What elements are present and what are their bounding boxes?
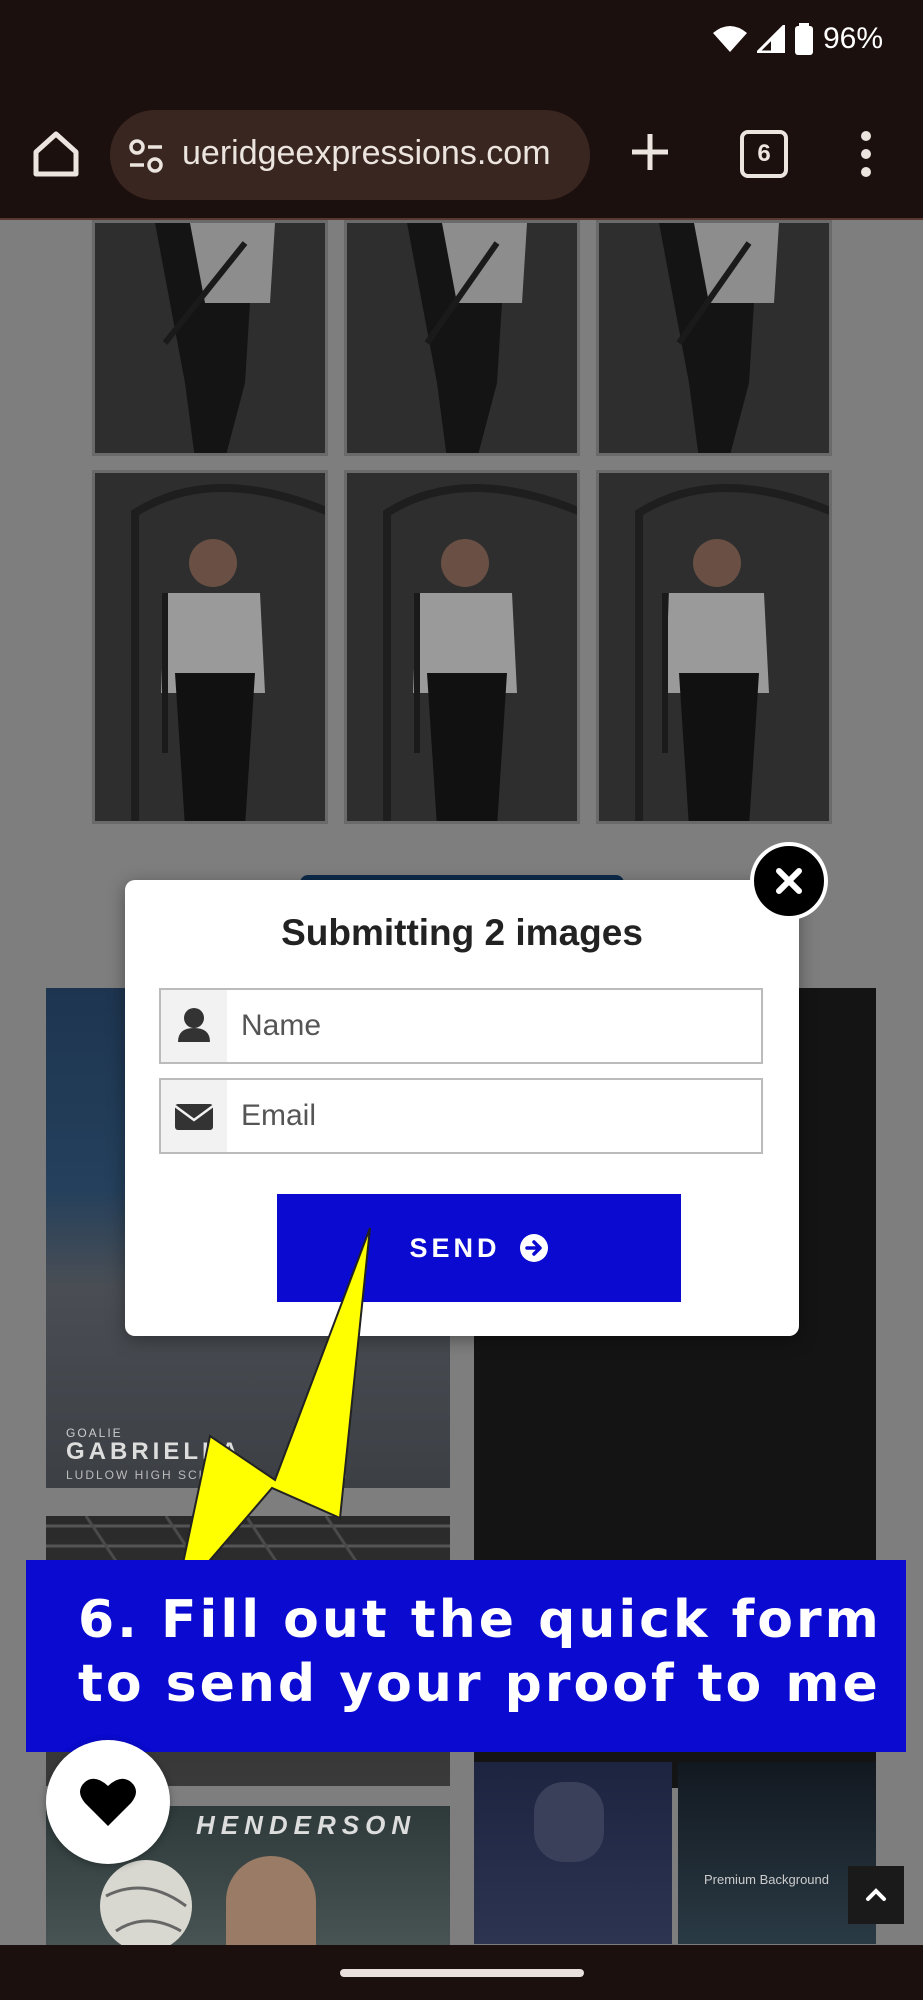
premium-label: Premium Background: [704, 1872, 829, 1887]
name-icon-box: [161, 990, 227, 1062]
photo-thumbnail[interactable]: [344, 220, 580, 456]
photo-thumbnail[interactable]: [92, 220, 328, 456]
chevron-up-icon: [866, 1888, 886, 1901]
battery-percent: 96%: [822, 22, 883, 55]
submit-modal: Submitting 2 images SEND: [125, 880, 799, 1336]
goalie-year: 15: [330, 1468, 349, 1482]
hockey-player: [534, 1782, 604, 1862]
status-bar: 96%: [0, 0, 923, 92]
goalie-name-first: GABRIELLA: [66, 1438, 242, 1465]
volleyball-player: [226, 1856, 316, 1945]
email-field[interactable]: [159, 1078, 763, 1154]
send-button[interactable]: SEND: [277, 1194, 681, 1302]
name-field[interactable]: [159, 988, 763, 1064]
photo-thumbnail[interactable]: [596, 220, 832, 456]
email-icon-box: [161, 1080, 227, 1152]
overflow-menu-icon[interactable]: [856, 128, 876, 180]
new-tab-icon[interactable]: [628, 130, 672, 174]
close-icon: [776, 868, 802, 894]
system-navigation-bar: [0, 1945, 923, 2000]
user-icon: [178, 1008, 210, 1042]
arrow-circle-right-icon: [519, 1234, 548, 1262]
site-settings-icon[interactable]: [128, 138, 164, 174]
close-modal-button[interactable]: [750, 842, 828, 920]
goalie-school-name: LUDLOW HIGH SCHOOL: [66, 1468, 241, 1482]
battery-icon: [794, 23, 813, 55]
scroll-to-top-button[interactable]: [848, 1866, 904, 1924]
status-icons: 96%: [712, 22, 883, 56]
envelope-icon: [174, 1104, 214, 1130]
modal-title: Submitting 2 images: [281, 912, 643, 953]
template-card-premium[interactable]: Premium Background: [678, 1762, 876, 1944]
photo-thumbnail[interactable]: [344, 470, 580, 824]
photo-thumbnail[interactable]: [92, 470, 328, 824]
tab-switcher-icon[interactable]: 6: [740, 130, 788, 178]
goalie-name: GABRIELLA Z: [66, 1438, 341, 1466]
volleyball-name: HENDERSON: [196, 1810, 417, 1840]
wifi-icon: [712, 26, 747, 52]
name-input[interactable]: [227, 990, 759, 1062]
browser-toolbar: ueridgeexpressions.com 6: [0, 92, 923, 220]
email-input[interactable]: [227, 1080, 759, 1152]
address-bar[interactable]: ueridgeexpressions.com: [110, 110, 590, 200]
signal-icon: [756, 25, 785, 53]
gesture-handle[interactable]: [340, 1969, 584, 1977]
send-label: SEND: [409, 1232, 501, 1263]
template-card-hockey[interactable]: [474, 1762, 672, 1944]
favorites-button[interactable]: [46, 1740, 170, 1864]
instruction-text: 6. Fill out the quick form to send your …: [78, 1590, 882, 1714]
url-text[interactable]: ueridgeexpressions.com: [182, 134, 582, 173]
instruction-banner: 6. Fill out the quick form to send your …: [26, 1560, 906, 1752]
photo-thumbnail[interactable]: [596, 470, 832, 824]
volleyball-graphic: [100, 1860, 192, 1945]
heart-icon: [80, 1778, 136, 1826]
goalie-school: LUDLOW HIGH SCHOOL 15: [66, 1468, 348, 1482]
home-icon[interactable]: [28, 126, 84, 182]
goalie-name-end: Z: [322, 1438, 341, 1465]
